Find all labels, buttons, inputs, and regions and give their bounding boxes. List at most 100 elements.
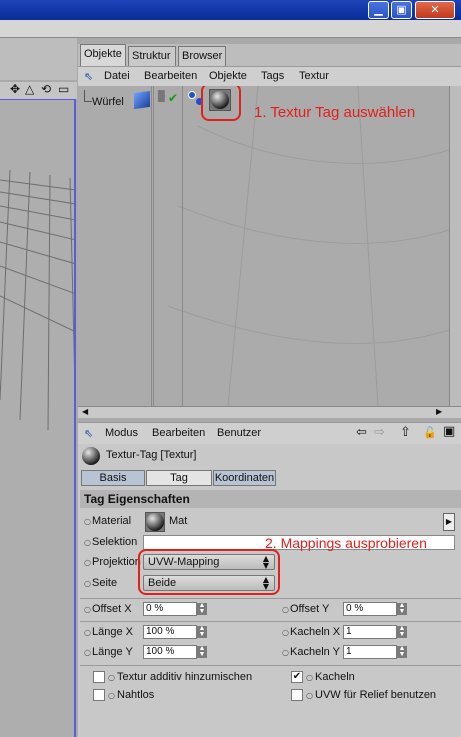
offset-x-spinner[interactable]: ▲ ▼ [197,602,207,615]
animation-dot-icon[interactable]: ○ [84,558,91,567]
left-panel-strip [0,38,77,80]
annotation-step1: 1. Textur Tag auswählen [254,104,416,121]
object-name-column [78,86,152,406]
laenge-y-input[interactable]: 100 % [143,645,197,659]
kacheln-y-spinner[interactable]: ▲ ▼ [397,645,407,658]
animation-dot-icon[interactable]: ○ [84,628,91,637]
animation-dot-icon[interactable]: ○ [84,579,91,588]
tab-tag[interactable]: Tag [146,470,212,486]
laenge-y-label: Länge Y [92,646,133,658]
object-list-hscroll[interactable]: ◀ ▶ [78,406,461,418]
object-list-vscroll[interactable] [449,86,461,406]
nahtlos-label: Nahtlos [117,689,155,701]
menu-benutzer[interactable]: Benutzer [217,427,261,439]
pin-icon[interactable]: ⇖ [84,70,93,83]
divider [80,621,461,622]
attribute-manager-menu: ⇖ Modus Bearbeiten Benutzer ⇦ ⇨ ⇧ 🔓 ▣ [78,422,461,444]
menu-textur[interactable]: Textur [299,70,329,82]
app-menu-strip [0,20,461,38]
move-view-icon[interactable]: ✥ [10,82,20,96]
seite-label: Seite [92,577,118,589]
menu-bearbeiten[interactable]: Bearbeiten [152,427,205,439]
maximize-view-icon[interactable]: ▭ [58,82,69,96]
laenge-x-spinner[interactable]: ▲ ▼ [197,625,207,638]
rotate-view-icon[interactable]: ⟲ [41,82,51,96]
animation-dot-icon[interactable]: ○ [306,673,313,682]
tab-objekte[interactable]: Objekte [80,44,126,66]
offset-x-label: Offset X [92,603,132,615]
offset-y-label: Offset Y [290,603,330,615]
object-name[interactable]: Würfel [92,96,124,108]
animation-dot-icon[interactable]: ○ [282,648,289,657]
phong-tag-icon[interactable] [188,91,196,99]
texture-tag-icon[interactable] [209,89,231,111]
menu-objekte[interactable]: Objekte [209,70,247,82]
animation-dot-icon[interactable]: ○ [306,691,313,700]
textur-additiv-label: Textur additiv hinzumischen [117,671,253,683]
new-window-icon[interactable]: ▣ [443,424,455,439]
minimize-button[interactable]: ▁ [368,1,389,19]
object-list[interactable]: Würfel ■ ■ ✔ 1. Textur Tag auswählen [78,86,461,406]
section-title: Tag Eigenschaften [84,492,190,506]
object-manager-menu: ⇖ Datei Bearbeiten Objekte Tags Textur [78,66,461,86]
animation-dot-icon[interactable]: ○ [84,517,91,526]
highlight-mapping [138,549,280,595]
zoom-view-icon[interactable]: △ [25,82,34,96]
menu-modus[interactable]: Modus [105,427,138,439]
laenge-y-spinner[interactable]: ▲ ▼ [197,645,207,658]
material-value[interactable]: Mat [169,515,187,527]
menu-tags[interactable]: Tags [261,70,284,82]
material-thumbnail[interactable] [145,512,165,532]
menu-bearbeiten[interactable]: Bearbeiten [144,70,197,82]
tab-basis[interactable]: Basis [81,470,145,486]
offset-y-input[interactable]: 0 % [343,602,397,616]
scroll-right-icon[interactable]: ▶ [436,407,442,416]
animation-dot-icon[interactable]: ○ [108,691,115,700]
attribute-title: Textur-Tag [Textur] [106,449,197,461]
material-label: Material [92,515,132,527]
maximize-button[interactable]: ▣ [391,1,412,19]
enabled-check-icon[interactable]: ✔ [168,91,178,105]
close-button[interactable]: ✕ [415,1,455,19]
kacheln-x-label: Kacheln X [290,626,341,638]
animation-dot-icon[interactable]: ○ [84,605,91,614]
animation-dot-icon[interactable]: ○ [84,538,91,547]
offset-x-input[interactable]: 0 % [143,602,197,616]
column-divider [153,86,154,406]
tab-struktur[interactable]: Struktur [128,46,176,66]
animation-dot-icon[interactable]: ○ [108,673,115,682]
laenge-x-input[interactable]: 100 % [143,625,197,639]
material-link-arrow-icon[interactable]: ▶ [443,513,455,531]
texture-tag-icon [82,447,100,465]
manager-tab-row: Objekte Struktur Browser [78,44,461,66]
nahtlos-checkbox[interactable] [93,689,105,701]
animation-dot-icon[interactable]: ○ [282,605,289,614]
divider [80,598,461,599]
animation-dot-icon[interactable]: ○ [282,628,289,637]
kacheln-checkbox[interactable]: ✔ [291,671,303,683]
forward-arrow-icon[interactable]: ⇨ [374,425,385,440]
kacheln-x-spinner[interactable]: ▲ ▼ [397,625,407,638]
lock-icon[interactable]: 🔓 [423,426,437,439]
kacheln-y-label: Kacheln Y [290,646,340,658]
scroll-left-icon[interactable]: ◀ [82,407,88,416]
tab-koordinaten[interactable]: Koordinaten [213,470,276,486]
selektion-label: Selektion [92,536,138,548]
viewport-grid [0,169,74,431]
textur-additiv-checkbox[interactable] [93,671,105,683]
uvw-relief-checkbox[interactable] [291,689,303,701]
hierarchy-line [84,90,92,102]
tab-browser[interactable]: Browser [178,46,226,66]
viewport[interactable] [0,99,76,737]
animation-dot-icon[interactable]: ○ [84,648,91,657]
kacheln-y-input[interactable]: 1 [343,645,397,659]
kacheln-x-input[interactable]: 1 [343,625,397,639]
up-arrow-icon[interactable]: ⇧ [400,425,411,440]
visibility-dots-icon[interactable]: ■ ■ [157,90,166,104]
pin-icon[interactable]: ⇖ [84,427,93,440]
back-arrow-icon[interactable]: ⇦ [356,425,367,440]
annotation-step2: 2. Mappings ausprobieren [265,535,427,551]
offset-y-spinner[interactable]: ▲ ▼ [397,602,407,615]
menu-datei[interactable]: Datei [104,70,130,82]
viewport-toolbar: ✥ △ ⟲ ▭ [0,82,77,99]
